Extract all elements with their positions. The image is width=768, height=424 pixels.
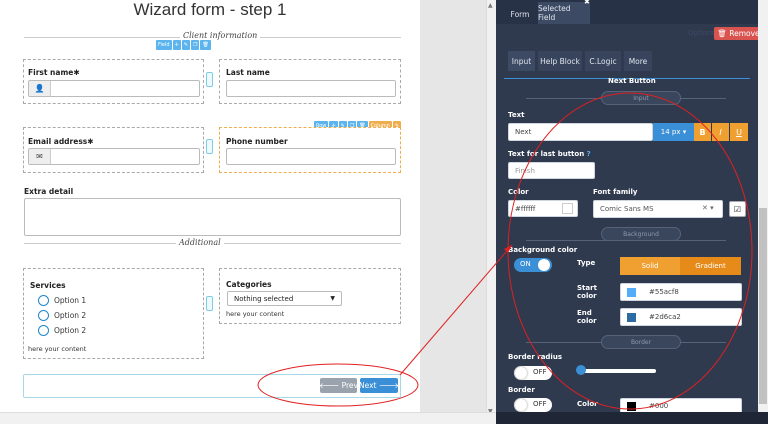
annotation-overlay xyxy=(257,92,753,410)
connector-line xyxy=(399,244,513,376)
highlight-ellipse xyxy=(507,92,753,410)
highlight-ellipse xyxy=(257,363,419,407)
